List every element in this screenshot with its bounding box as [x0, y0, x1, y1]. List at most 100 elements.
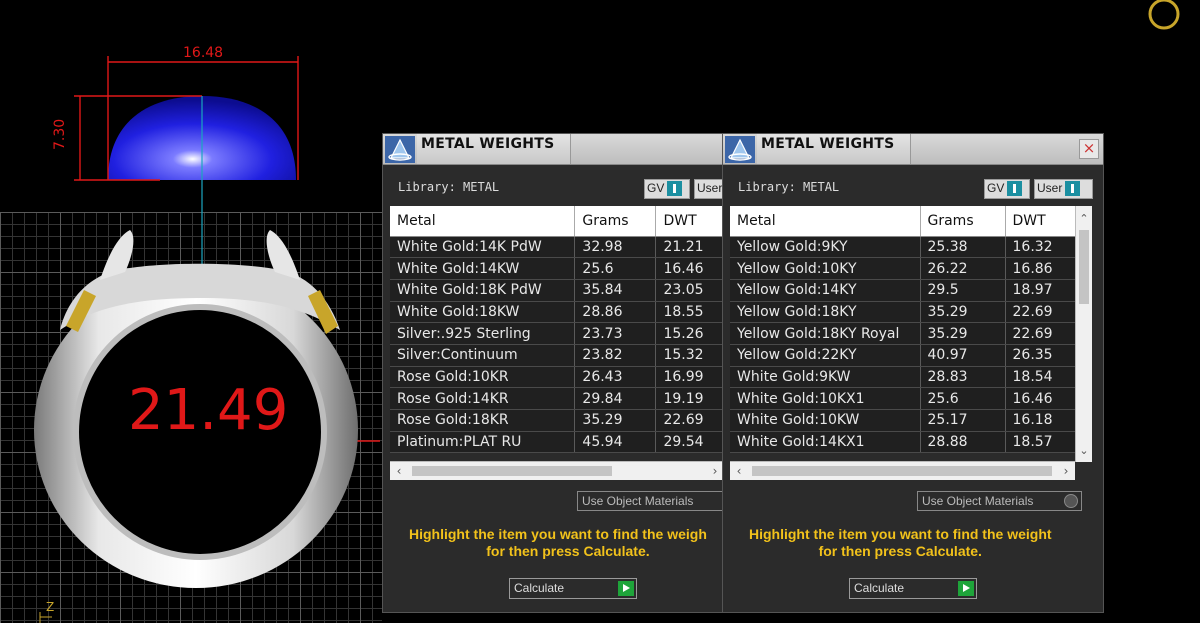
scroll-right-icon[interactable]: › [1057, 462, 1075, 480]
scroll-thumb[interactable] [752, 466, 1052, 476]
cell-dwt: 29.54 [655, 431, 724, 454]
table-row[interactable]: Silver:Continuum 23.82 15.32 [390, 344, 724, 367]
table-row[interactable]: White Gold:9KW 28.83 18.54 [730, 366, 1076, 389]
cell-dwt: 16.46 [1005, 387, 1076, 410]
cell-metal: White Gold:9KW [730, 366, 921, 389]
cell-metal: White Gold:14K PdW [390, 236, 576, 259]
cell-grams: 26.22 [920, 257, 1006, 280]
cell-grams: 23.73 [574, 322, 657, 345]
panel-title: METAL WEIGHTS [421, 136, 555, 152]
cell-dwt: 15.32 [655, 344, 724, 367]
app-logo-icon [385, 136, 415, 163]
table-row[interactable]: Yellow Gold:22KY 40.97 26.35 [730, 344, 1076, 367]
calculate-button[interactable]: Calculate [849, 578, 977, 599]
play-icon [618, 581, 634, 596]
close-icon[interactable]: × [1079, 139, 1099, 159]
scroll-down-icon[interactable]: ⌄ [1076, 442, 1092, 460]
use-object-materials-toggle[interactable]: Use Object Materials [577, 491, 727, 511]
app-logo-icon [725, 136, 755, 163]
cell-dwt: 16.32 [1005, 236, 1076, 259]
table-row[interactable]: Rose Gold:18KR 35.29 22.69 [390, 409, 724, 432]
table-row[interactable]: Yellow Gold:10KY 26.22 16.86 [730, 257, 1076, 280]
cell-dwt: 21.21 [655, 236, 724, 259]
user-toggle[interactable]: User [1034, 179, 1093, 199]
table-row[interactable]: Yellow Gold:14KY 29.5 18.97 [730, 279, 1076, 302]
table-row[interactable]: White Gold:18K PdW 35.84 23.05 [390, 279, 724, 302]
dimension-width-label: 16.48 [183, 45, 224, 61]
panel-titlebar[interactable]: METAL WEIGHTS × [723, 134, 1103, 165]
metal-table: Metal Grams DWT White Gold:14K PdW 32.98 2… [390, 206, 724, 454]
user-toggle[interactable]: User [694, 179, 724, 199]
cell-dwt: 16.99 [655, 366, 724, 389]
axis-z-label: Z [46, 600, 55, 614]
table-row[interactable]: White Gold:18KW 28.86 18.55 [390, 301, 724, 324]
column-header-grams[interactable]: Grams [574, 206, 657, 237]
cell-grams: 32.98 [574, 236, 657, 259]
ring-size-label: 21.49 [128, 378, 289, 443]
scroll-thumb[interactable] [412, 466, 612, 476]
column-header-metal[interactable]: Metal [390, 206, 576, 237]
calculate-button[interactable]: Calculate [509, 578, 637, 599]
cell-metal: Yellow Gold:18KY [730, 301, 921, 324]
table-row[interactable]: White Gold:14KW 25.6 16.46 [390, 257, 724, 280]
metal-weights-panel-1: METAL WEIGHTS Library: METAL GV User Met… [382, 133, 727, 613]
table-row[interactable]: Yellow Gold:18KY Royal 35.29 22.69 [730, 322, 1076, 345]
use-object-materials-toggle[interactable]: Use Object Materials [917, 491, 1082, 511]
scroll-thumb[interactable] [1079, 230, 1089, 304]
metal-weights-panel-2: METAL WEIGHTS × Library: METAL GV User M… [722, 133, 1104, 613]
cell-dwt: 18.54 [1005, 366, 1076, 389]
horizontal-scrollbar[interactable]: ‹ › [730, 461, 1075, 480]
cell-grams: 29.84 [574, 387, 657, 410]
table-row[interactable]: Yellow Gold:9KY 25.38 16.32 [730, 236, 1076, 259]
vertical-scrollbar[interactable]: ⌃ ⌄ [1075, 206, 1092, 462]
horizontal-scrollbar[interactable]: ‹ › [390, 461, 724, 480]
cell-metal: Silver:.925 Sterling [390, 322, 576, 345]
library-label: Library: METAL [398, 180, 500, 194]
column-header-metal[interactable]: Metal [730, 206, 921, 237]
table-row[interactable]: White Gold:10KX1 25.6 16.46 [730, 387, 1076, 410]
toggle-knob-icon [1065, 181, 1081, 197]
cell-dwt: 26.35 [1005, 344, 1076, 367]
table-row[interactable]: Yellow Gold:18KY 35.29 22.69 [730, 301, 1076, 324]
cell-dwt: 16.46 [655, 257, 724, 280]
cell-metal: Yellow Gold:22KY [730, 344, 921, 367]
table-row[interactable]: White Gold:14K PdW 32.98 21.21 [390, 236, 724, 259]
column-header-dwt[interactable]: DWT [1005, 206, 1076, 237]
panel-titlebar[interactable]: METAL WEIGHTS [383, 134, 722, 165]
view-cube-icon[interactable] [1142, 0, 1186, 34]
table-row[interactable]: Silver:.925 Sterling 23.73 15.26 [390, 322, 724, 345]
cell-metal: Platinum:PLAT RU [390, 431, 576, 454]
metal-table: Metal Grams DWT Yellow Gold:9KY 25.38 16.3… [730, 206, 1076, 454]
cell-dwt: 16.86 [1005, 257, 1076, 280]
dimension-height-label: 7.30 [52, 118, 68, 150]
cell-grams: 29.5 [920, 279, 1006, 302]
cell-grams: 23.82 [574, 344, 657, 367]
table-row[interactable]: Rose Gold:14KR 29.84 19.19 [390, 387, 724, 410]
metal-table-container[interactable]: Metal Grams DWT Yellow Gold:9KY 25.38 16.3… [730, 206, 1095, 462]
table-row[interactable]: Rose Gold:10KR 26.43 16.99 [390, 366, 724, 389]
cell-metal: White Gold:10KX1 [730, 387, 921, 410]
metal-table-container[interactable]: Metal Grams DWT White Gold:14K PdW 32.98 2… [390, 206, 724, 462]
cell-dwt: 22.69 [655, 409, 724, 432]
scroll-left-icon[interactable]: ‹ [390, 462, 408, 480]
gv-toggle[interactable]: GV [984, 179, 1030, 199]
cell-dwt: 22.69 [1005, 322, 1076, 345]
column-header-grams[interactable]: Grams [920, 206, 1006, 237]
panel-title: METAL WEIGHTS [761, 136, 895, 152]
instruction-text: Highlight the item you want to find the … [749, 526, 1052, 559]
cell-metal: Rose Gold:14KR [390, 387, 576, 410]
cell-dwt: 18.97 [1005, 279, 1076, 302]
cell-metal: Yellow Gold:14KY [730, 279, 921, 302]
scroll-left-icon[interactable]: ‹ [730, 462, 748, 480]
cell-grams: 45.94 [574, 431, 657, 454]
cell-metal: Rose Gold:18KR [390, 409, 576, 432]
library-label: Library: METAL [738, 180, 840, 194]
gv-toggle[interactable]: GV [644, 179, 690, 199]
column-header-dwt[interactable]: DWT [655, 206, 724, 237]
cell-grams: 28.88 [920, 431, 1006, 454]
scroll-up-icon[interactable]: ⌃ [1076, 210, 1092, 228]
table-row[interactable]: Platinum:PLAT RU 45.94 29.54 [390, 431, 724, 454]
table-row[interactable]: White Gold:10KW 25.17 16.18 [730, 409, 1076, 432]
table-row[interactable]: White Gold:14KX1 28.88 18.57 [730, 431, 1076, 454]
cell-grams: 25.17 [920, 409, 1006, 432]
